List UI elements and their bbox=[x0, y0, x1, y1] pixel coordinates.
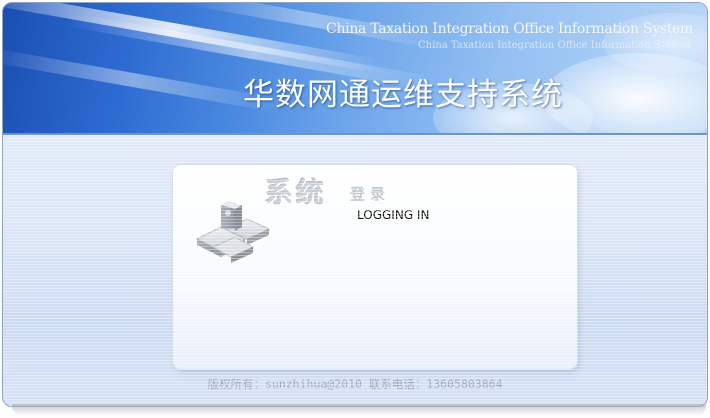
system-title: 华数网通运维支持系统 bbox=[243, 77, 563, 113]
banner-english-subtitle-reflection: China Taxation Integration Office Inform… bbox=[418, 40, 691, 51]
login-panel: 系统 登录 LOGGING IN bbox=[173, 165, 577, 369]
login-icon bbox=[195, 201, 271, 263]
panel-title-login: 登录 bbox=[350, 185, 391, 203]
header-banner: China Taxation Integration Office Inform… bbox=[3, 3, 707, 135]
app-window: China Taxation Integration Office Inform… bbox=[2, 2, 708, 407]
banner-english-subtitle: China Taxation Integration Office Inform… bbox=[326, 21, 693, 37]
logging-in-label: LOGGING IN bbox=[357, 208, 430, 222]
panel-title-system: 系统 bbox=[265, 176, 328, 209]
window-shadow bbox=[12, 404, 706, 416]
copyright-footer: 版权所有：sunzhihua@2010 联系电话：13605803864 bbox=[207, 377, 503, 391]
